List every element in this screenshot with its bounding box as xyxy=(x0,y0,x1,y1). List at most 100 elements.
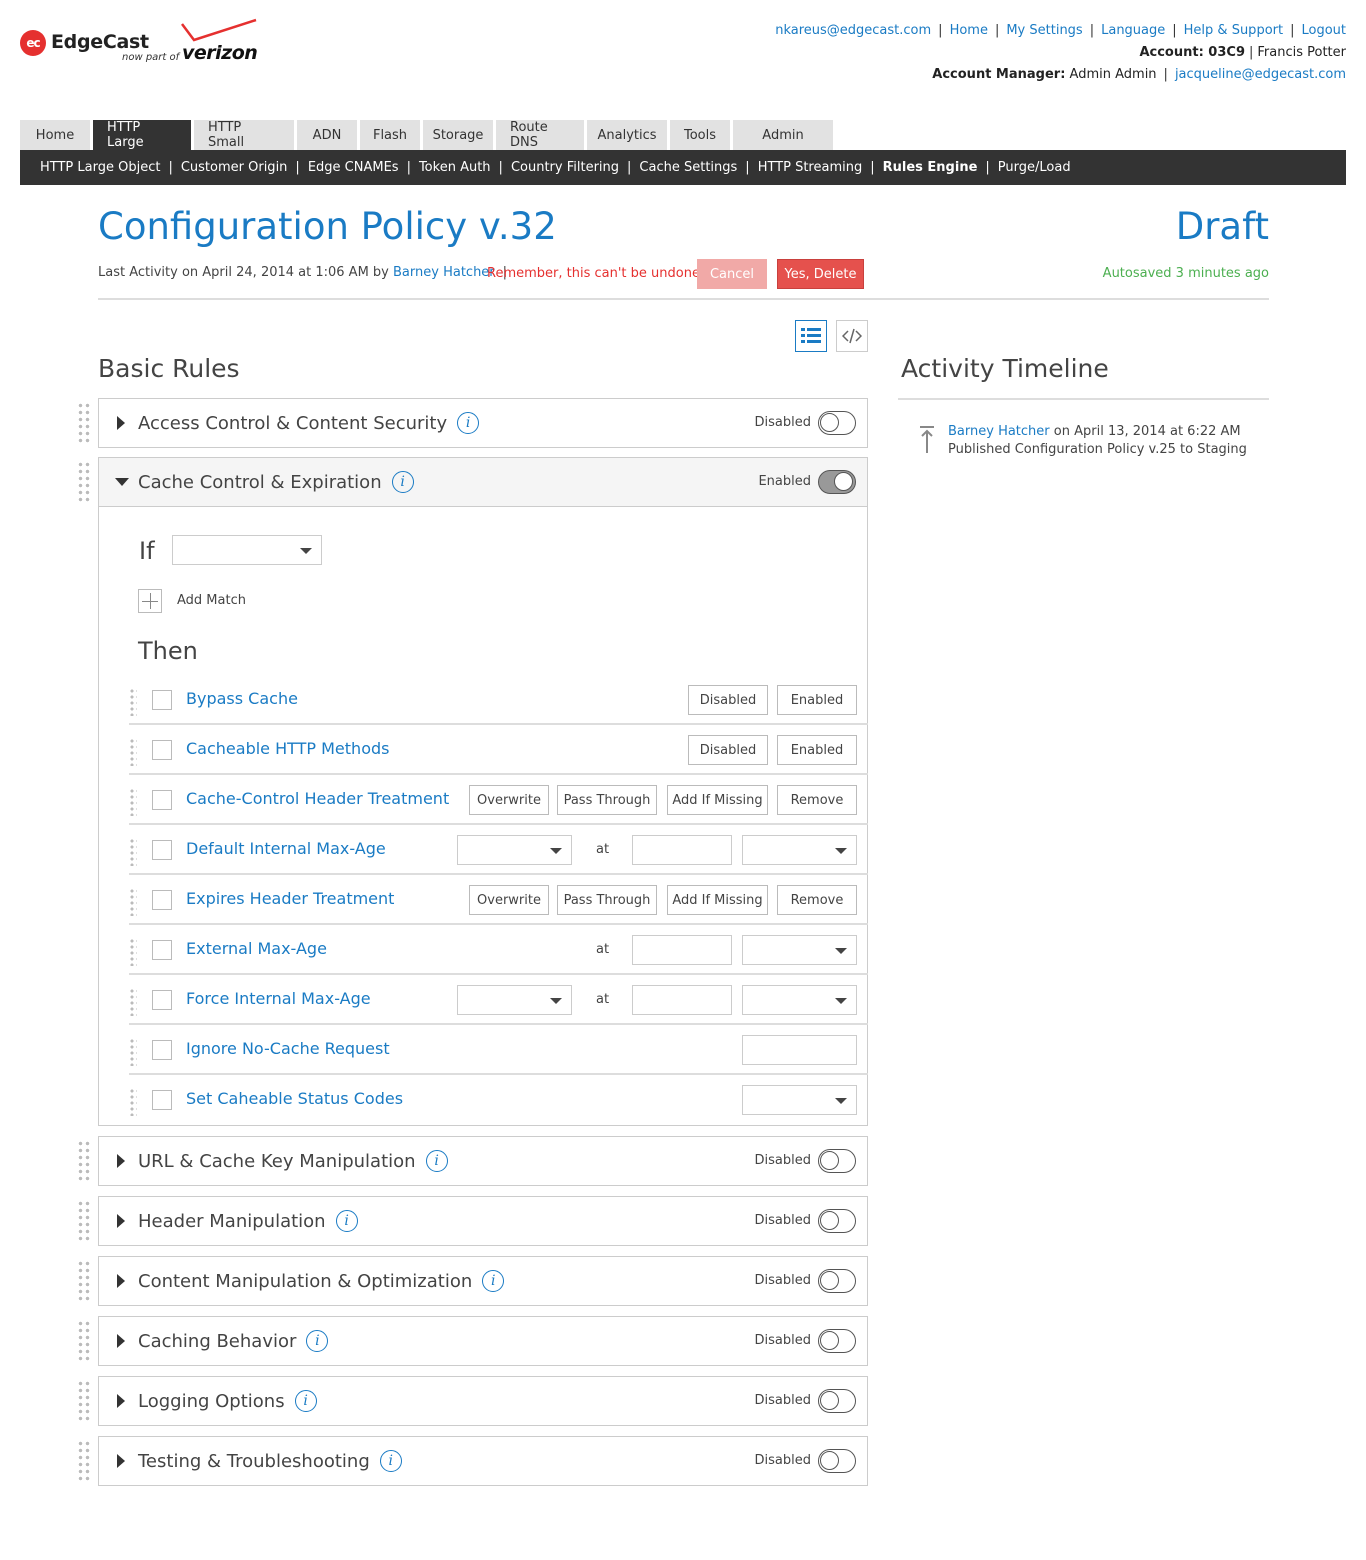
rule-toggle[interactable] xyxy=(818,1449,856,1473)
info-icon[interactable]: i xyxy=(391,471,414,493)
tab-home[interactable]: Home xyxy=(20,120,90,150)
expand-caret-icon[interactable] xyxy=(117,416,125,430)
list-view-button[interactable] xyxy=(795,320,827,352)
drag-handle[interactable] xyxy=(129,888,137,916)
tab-tools[interactable]: Tools xyxy=(670,120,730,150)
drag-handle[interactable] xyxy=(77,1440,91,1482)
info-icon[interactable]: i xyxy=(335,1210,358,1232)
home-link[interactable]: Home xyxy=(950,23,988,38)
rule-toggle[interactable] xyxy=(818,1269,856,1293)
feature-name[interactable]: Set Caheable Status Codes xyxy=(186,1089,403,1108)
drag-handle[interactable] xyxy=(77,461,91,503)
rule-panel-testing-troubleshooting[interactable]: Testing & Troubleshooting i Disabled xyxy=(98,1436,868,1486)
rule-panel-logging-options[interactable]: Logging Options i Disabled xyxy=(98,1376,868,1426)
condition-select[interactable] xyxy=(457,835,572,865)
enabled-option-button[interactable]: Enabled xyxy=(777,735,857,765)
subnav-customer-origin[interactable]: Customer Origin xyxy=(181,160,288,175)
expand-caret-icon[interactable] xyxy=(117,1334,125,1348)
add-if-missing-option-button[interactable]: Add If Missing xyxy=(667,785,768,815)
feature-checkbox[interactable] xyxy=(152,1090,172,1110)
pass-through-option-button[interactable]: Pass Through xyxy=(557,885,657,915)
tab-analytics[interactable]: Analytics xyxy=(587,120,667,150)
match-condition-select[interactable] xyxy=(172,535,322,565)
drag-handle[interactable] xyxy=(77,1140,91,1182)
drag-handle[interactable] xyxy=(77,1260,91,1302)
collapse-caret-icon[interactable] xyxy=(115,478,129,486)
rule-toggle[interactable] xyxy=(818,411,856,435)
expand-caret-icon[interactable] xyxy=(117,1214,125,1228)
expand-caret-icon[interactable] xyxy=(117,1274,125,1288)
add-if-missing-option-button[interactable]: Add If Missing xyxy=(667,885,768,915)
code-view-button[interactable] xyxy=(836,320,868,352)
drag-handle[interactable] xyxy=(77,1320,91,1362)
subnav-country-filtering[interactable]: Country Filtering xyxy=(511,160,619,175)
feature-name[interactable]: Cacheable HTTP Methods xyxy=(186,739,389,758)
language-link[interactable]: Language xyxy=(1101,23,1165,38)
overwrite-option-button[interactable]: Overwrite xyxy=(469,785,549,815)
rule-panel-url-cache-key[interactable]: URL & Cache Key Manipulation i Disabled xyxy=(98,1136,868,1186)
drag-handle[interactable] xyxy=(129,838,137,866)
tab-http-large[interactable]: HTTP Large xyxy=(93,120,191,150)
subnav-http-large-object[interactable]: HTTP Large Object xyxy=(40,160,160,175)
tab-http-small[interactable]: HTTP Small xyxy=(194,120,294,150)
feature-checkbox[interactable] xyxy=(152,940,172,960)
feature-checkbox[interactable] xyxy=(152,990,172,1010)
info-icon[interactable]: i xyxy=(425,1150,448,1172)
cancel-button[interactable]: Cancel xyxy=(697,259,767,289)
rule-panel-access-control[interactable]: Access Control & Content Security i Disab… xyxy=(98,398,868,448)
time-unit-select[interactable] xyxy=(742,835,857,865)
rule-panel-content-manipulation[interactable]: Content Manipulation & Optimization i Dis… xyxy=(98,1256,868,1306)
my-settings-link[interactable]: My Settings xyxy=(1006,23,1082,38)
rule-toggle[interactable] xyxy=(818,1389,856,1413)
remove-option-button[interactable]: Remove xyxy=(777,785,857,815)
tab-flash[interactable]: Flash xyxy=(360,120,420,150)
pass-through-option-button[interactable]: Pass Through xyxy=(557,785,657,815)
info-icon[interactable]: i xyxy=(482,1270,505,1292)
feature-name[interactable]: Force Internal Max-Age xyxy=(186,989,371,1008)
expand-caret-icon[interactable] xyxy=(117,1454,125,1468)
tab-storage[interactable]: Storage xyxy=(423,120,493,150)
confirm-delete-button[interactable]: Yes, Delete xyxy=(777,259,864,289)
plus-icon[interactable] xyxy=(138,589,162,613)
rule-toggle[interactable] xyxy=(818,470,856,494)
info-icon[interactable]: i xyxy=(379,1450,402,1472)
drag-handle[interactable] xyxy=(77,1380,91,1422)
feature-name[interactable]: Expires Header Treatment xyxy=(186,889,394,908)
feature-name[interactable]: External Max-Age xyxy=(186,939,327,958)
account-manager-email-link[interactable]: jacqueline@edgecast.com xyxy=(1175,67,1346,82)
tab-admin[interactable]: Admin xyxy=(733,120,833,150)
disabled-option-button[interactable]: Disabled xyxy=(688,685,768,715)
drag-handle[interactable] xyxy=(129,788,137,816)
info-icon[interactable]: i xyxy=(457,412,480,434)
rule-panel-caching-behavior[interactable]: Caching Behavior i Disabled xyxy=(98,1316,868,1366)
subnav-purge-load[interactable]: Purge/Load xyxy=(998,160,1071,175)
drag-handle[interactable] xyxy=(77,402,91,444)
add-match-link[interactable]: Add Match xyxy=(177,593,246,608)
drag-handle[interactable] xyxy=(129,1088,137,1116)
info-icon[interactable]: i xyxy=(294,1390,317,1412)
disabled-option-button[interactable]: Disabled xyxy=(688,735,768,765)
overwrite-option-button[interactable]: Overwrite xyxy=(469,885,549,915)
feature-name[interactable]: Default Internal Max-Age xyxy=(186,839,386,858)
subnav-cache-settings[interactable]: Cache Settings xyxy=(639,160,737,175)
value-input[interactable] xyxy=(742,1035,857,1065)
rule-toggle[interactable] xyxy=(818,1329,856,1353)
subnav-edge-cnames[interactable]: Edge CNAMEs xyxy=(308,160,399,175)
expand-caret-icon[interactable] xyxy=(117,1154,125,1168)
remove-option-button[interactable]: Remove xyxy=(777,885,857,915)
max-age-input[interactable] xyxy=(632,835,732,865)
tab-route-dns[interactable]: Route DNS xyxy=(496,120,584,150)
edgecast-logo[interactable]: ec EdgeCast now part of verizon xyxy=(20,18,265,70)
subnav-rules-engine[interactable]: Rules Engine xyxy=(883,160,978,175)
rule-panel-header-manipulation[interactable]: Header Manipulation i Disabled xyxy=(98,1196,868,1246)
info-icon[interactable]: i xyxy=(306,1330,329,1352)
feature-checkbox[interactable] xyxy=(152,790,172,810)
status-codes-select[interactable] xyxy=(742,1085,857,1115)
max-age-input[interactable] xyxy=(632,935,732,965)
drag-handle[interactable] xyxy=(129,738,137,766)
user-email-link[interactable]: nkareus@edgecast.com xyxy=(775,23,931,38)
last-activity-user-link[interactable]: Barney Hatcher xyxy=(393,265,495,280)
subnav-token-auth[interactable]: Token Auth xyxy=(419,160,491,175)
subnav-http-streaming[interactable]: HTTP Streaming xyxy=(758,160,863,175)
drag-handle[interactable] xyxy=(129,938,137,966)
